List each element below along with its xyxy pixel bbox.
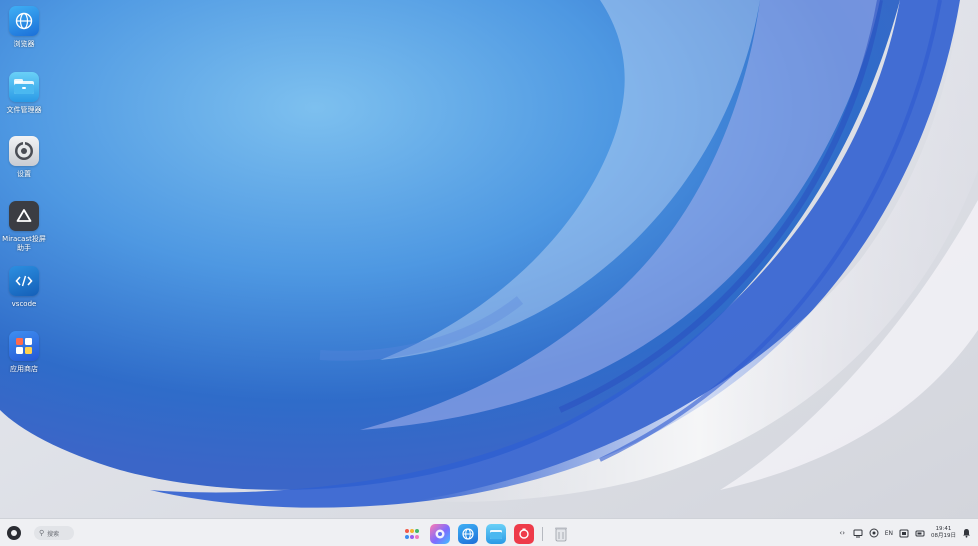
- cast-icon: [9, 201, 39, 231]
- clock-date: 08月19日: [931, 533, 956, 539]
- wallpaper-art: [0, 0, 978, 518]
- desktop-icon-label: 浏览器: [13, 40, 35, 48]
- taskbar: ⚲ 搜索 ‹› EN 19:41 08月19日: [0, 518, 978, 546]
- display-icon[interactable]: [853, 528, 864, 539]
- input-method-indicator[interactable]: EN: [885, 530, 893, 537]
- paint-icon: [435, 529, 445, 538]
- launcher-button[interactable]: [402, 524, 422, 544]
- trash-icon: [555, 527, 567, 541]
- keyboard-icon[interactable]: [898, 528, 909, 539]
- desktop-icon-label: 应用商店: [10, 365, 38, 373]
- browser-icon: [462, 527, 474, 540]
- start-menu-button[interactable]: [7, 526, 21, 540]
- launcher-icon: [405, 528, 419, 539]
- app-store-icon: [9, 331, 39, 361]
- files-icon: [490, 529, 502, 539]
- desktop-icon-app-store[interactable]: 应用商店: [2, 331, 46, 374]
- desktop-icon-file-manager[interactable]: 文件管理器: [2, 72, 46, 115]
- files-app-button[interactable]: [486, 523, 506, 544]
- dock: [402, 523, 579, 544]
- trash-button[interactable]: [551, 524, 571, 544]
- gear-icon: [9, 136, 39, 166]
- desktop-icon-settings[interactable]: 设置: [2, 136, 46, 179]
- browser-app-button[interactable]: [458, 523, 478, 544]
- network-icon[interactable]: [869, 528, 880, 539]
- paint-app-button[interactable]: [430, 523, 450, 544]
- folder-icon: [9, 72, 39, 102]
- desktop-icon-miracast[interactable]: Miracast投屏助手: [2, 201, 46, 253]
- taskbar-search[interactable]: ⚲ 搜索: [34, 526, 74, 540]
- recorder-icon: [519, 528, 529, 539]
- code-icon: [9, 266, 39, 296]
- desktop-icon-label: Miracast投屏助手: [2, 235, 46, 252]
- desktop-icon-label: 文件管理器: [6, 106, 42, 114]
- battery-icon[interactable]: [914, 528, 925, 539]
- desktop-icon-label: vscode: [11, 300, 37, 308]
- search-placeholder: 搜索: [47, 530, 60, 538]
- dock-separator: [542, 526, 543, 541]
- clock-time: 19:41: [935, 526, 952, 532]
- desktop-wallpaper: [0, 0, 978, 518]
- system-tray: ‹› EN 19:41 08月19日: [832, 525, 972, 541]
- code-tray-icon[interactable]: ‹›: [837, 528, 848, 539]
- desktop-icon-vscode[interactable]: vscode: [2, 266, 46, 309]
- start-icon: [11, 530, 17, 536]
- search-icon: ⚲: [39, 529, 45, 537]
- globe-icon: [9, 6, 39, 36]
- recorder-app-button[interactable]: [514, 523, 534, 544]
- desktop-icon-label: 设置: [17, 170, 31, 178]
- clock[interactable]: 19:41 08月19日: [931, 526, 956, 540]
- notification-bell-icon[interactable]: [961, 528, 972, 539]
- desktop-icon-browser[interactable]: 浏览器: [2, 6, 46, 49]
